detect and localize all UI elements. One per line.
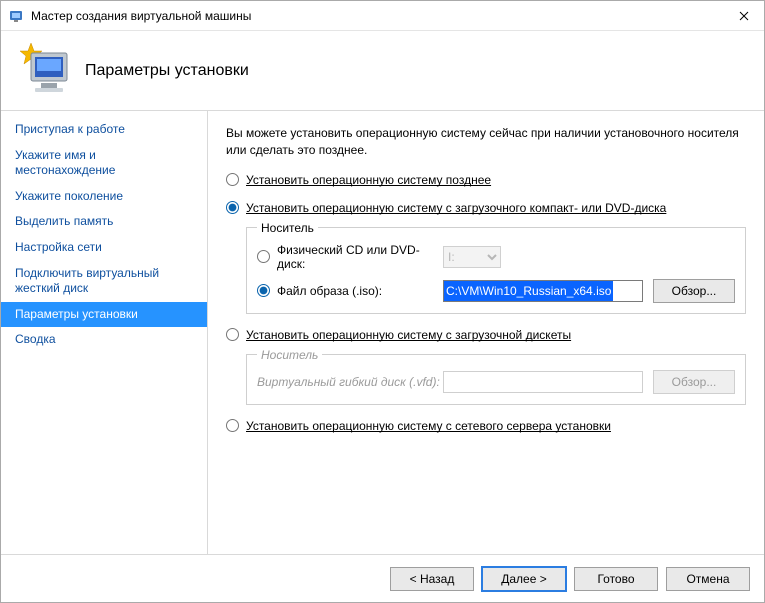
radio-physical-disc-label[interactable]: Физический CD или DVD-диск: bbox=[257, 243, 443, 271]
sidebar-item-name-location[interactable]: Укажите имя и местонахождение bbox=[1, 143, 207, 184]
back-button[interactable]: < Назад bbox=[390, 567, 474, 591]
radio-install-disc[interactable] bbox=[226, 201, 239, 214]
option-later: Установить операционную систему позднее bbox=[226, 173, 746, 187]
radio-install-floppy-label[interactable]: Установить операционную систему с загруз… bbox=[246, 328, 571, 342]
disc-media-group: Носитель Физический CD или DVD-диск: I: bbox=[246, 221, 746, 314]
radio-iso-file-label[interactable]: Файл образа (.iso): bbox=[257, 284, 443, 298]
wizard-content: Вы можете установить операционную систем… bbox=[208, 111, 764, 554]
option-network: Установить операционную систему с сетево… bbox=[226, 419, 746, 433]
radio-install-network-label[interactable]: Установить операционную систему с сетево… bbox=[246, 419, 611, 433]
browse-iso-button[interactable]: Обзор... bbox=[653, 279, 735, 303]
radio-install-network[interactable] bbox=[226, 419, 239, 432]
close-button[interactable] bbox=[724, 1, 764, 31]
sidebar-item-install-options[interactable]: Параметры установки bbox=[1, 302, 207, 328]
page-title: Параметры установки bbox=[85, 62, 249, 80]
vfd-label: Виртуальный гибкий диск (.vfd): bbox=[257, 375, 443, 389]
radio-install-later-label[interactable]: Установить операционную систему позднее bbox=[246, 173, 491, 187]
radio-physical-disc[interactable] bbox=[257, 250, 270, 263]
radio-iso-file[interactable] bbox=[257, 284, 270, 297]
finish-button[interactable]: Готово bbox=[574, 567, 658, 591]
iso-path-input[interactable]: C:\VM\Win10_Russian_x64.iso bbox=[443, 280, 643, 302]
wizard-body: Приступая к работе Укажите имя и местона… bbox=[1, 111, 764, 554]
radio-install-later[interactable] bbox=[226, 173, 239, 186]
browse-vfd-button: Обзор... bbox=[653, 370, 735, 394]
close-icon bbox=[739, 11, 749, 21]
sidebar-item-generation[interactable]: Укажите поколение bbox=[1, 184, 207, 210]
cancel-button[interactable]: Отмена bbox=[666, 567, 750, 591]
radio-install-disc-label[interactable]: Установить операционную систему с загруз… bbox=[246, 201, 666, 215]
wizard-sidebar: Приступая к работе Укажите имя и местона… bbox=[1, 111, 208, 554]
floppy-media-legend: Носитель bbox=[257, 348, 322, 362]
sidebar-item-begin[interactable]: Приступая к работе bbox=[1, 117, 207, 143]
sidebar-item-network[interactable]: Настройка сети bbox=[1, 235, 207, 261]
option-floppy: Установить операционную систему с загруз… bbox=[226, 328, 746, 405]
sidebar-item-harddisk[interactable]: Подключить виртуальный жесткий диск bbox=[1, 261, 207, 302]
sidebar-item-summary[interactable]: Сводка bbox=[1, 327, 207, 353]
disc-media-legend: Носитель bbox=[257, 221, 318, 235]
wizard-header-icon bbox=[15, 41, 75, 101]
vfd-path-input bbox=[443, 371, 643, 393]
window-title: Мастер создания виртуальной машины bbox=[31, 9, 724, 23]
physical-drive-select[interactable]: I: bbox=[443, 246, 501, 268]
intro-text: Вы можете установить операционную систем… bbox=[226, 125, 746, 159]
app-icon bbox=[9, 8, 25, 24]
radio-install-floppy[interactable] bbox=[226, 328, 239, 341]
wizard-header: Параметры установки bbox=[1, 31, 764, 111]
wizard-footer: < Назад Далее > Готово Отмена bbox=[1, 554, 764, 602]
sidebar-item-memory[interactable]: Выделить память bbox=[1, 209, 207, 235]
next-button[interactable]: Далее > bbox=[482, 567, 566, 591]
wizard-window: Мастер создания виртуальной машины Парам… bbox=[0, 0, 765, 603]
floppy-media-group: Носитель Виртуальный гибкий диск (.vfd):… bbox=[246, 348, 746, 405]
option-disc: Установить операционную систему с загруз… bbox=[226, 201, 746, 314]
titlebar: Мастер создания виртуальной машины bbox=[1, 1, 764, 31]
